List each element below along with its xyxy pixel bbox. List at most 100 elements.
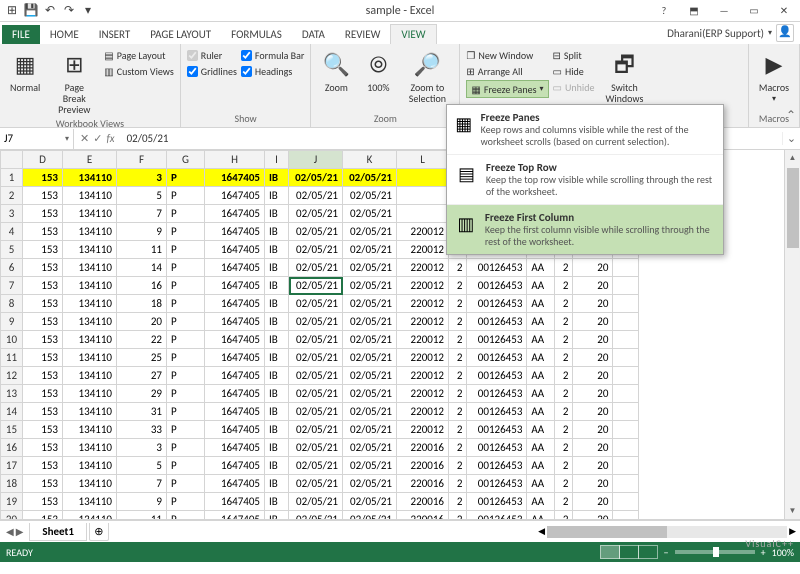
cell-O13[interactable]: AA — [527, 385, 555, 403]
cell-N10[interactable]: 00126453 — [467, 331, 527, 349]
cell-Q8[interactable]: 20 — [573, 295, 613, 313]
cell-J3[interactable]: 02/05/21 — [289, 205, 343, 223]
cell-G11[interactable]: P — [167, 349, 205, 367]
cell-D1[interactable]: 153 — [23, 169, 63, 187]
cell-E2[interactable]: 134110 — [63, 187, 117, 205]
column-header-D[interactable]: D — [23, 151, 63, 169]
cancel-formula-icon[interactable]: ✕ — [80, 132, 89, 145]
cell-M14[interactable]: 2 — [449, 403, 467, 421]
cell-J4[interactable]: 02/05/21 — [289, 223, 343, 241]
zoom-to-selection-button[interactable]: 🔎Zoom to Selection — [401, 48, 453, 106]
cell-J5[interactable]: 02/05/21 — [289, 241, 343, 259]
cell-H6[interactable]: 1647405 — [205, 259, 265, 277]
cell-D9[interactable]: 153 — [23, 313, 63, 331]
cell-I2[interactable]: IB — [265, 187, 289, 205]
cell-E11[interactable]: 134110 — [63, 349, 117, 367]
cell-M18[interactable]: 2 — [449, 475, 467, 493]
cell-R7[interactable] — [613, 277, 639, 295]
cell-E3[interactable]: 134110 — [63, 205, 117, 223]
cell-P13[interactable]: 2 — [555, 385, 573, 403]
cell-F7[interactable]: 16 — [117, 277, 167, 295]
cell-Q6[interactable]: 20 — [573, 259, 613, 277]
freeze-panes-button[interactable]: ▦Freeze Panes▾ — [466, 80, 548, 98]
row-header-10[interactable]: 10 — [1, 331, 23, 349]
cell-M9[interactable]: 2 — [449, 313, 467, 331]
zoom-slider-thumb[interactable] — [713, 547, 719, 557]
arrange-all-button[interactable]: ⊞Arrange All — [466, 64, 548, 79]
tab-data[interactable]: DATA — [292, 25, 335, 44]
cell-R12[interactable] — [613, 367, 639, 385]
cell-I19[interactable]: IB — [265, 493, 289, 511]
formula-bar-checkbox[interactable]: Formula Bar — [241, 48, 305, 63]
cell-F17[interactable]: 5 — [117, 457, 167, 475]
page-layout-button[interactable]: ▤Page Layout — [104, 48, 173, 63]
view-shortcuts[interactable] — [601, 545, 658, 559]
cell-K15[interactable]: 02/05/21 — [343, 421, 397, 439]
cell-O15[interactable]: AA — [527, 421, 555, 439]
cell-L10[interactable]: 220012 — [397, 331, 449, 349]
cell-Q18[interactable]: 20 — [573, 475, 613, 493]
cell-F11[interactable]: 25 — [117, 349, 167, 367]
collapse-ribbon-icon[interactable]: ⌃ — [786, 108, 796, 123]
cell-J8[interactable]: 02/05/21 — [289, 295, 343, 313]
row-header-1[interactable]: 1 — [1, 169, 23, 187]
cell-I20[interactable]: IB — [265, 511, 289, 521]
cell-Q17[interactable]: 20 — [573, 457, 613, 475]
column-header-L[interactable]: L — [397, 151, 449, 169]
tab-file[interactable]: FILE — [2, 25, 40, 44]
cell-G1[interactable]: P — [167, 169, 205, 187]
split-button[interactable]: ⊟Split — [553, 48, 595, 63]
cell-Q7[interactable]: 20 — [573, 277, 613, 295]
cell-J6[interactable]: 02/05/21 — [289, 259, 343, 277]
tab-view[interactable]: VIEW — [390, 24, 436, 44]
cell-H11[interactable]: 1647405 — [205, 349, 265, 367]
cell-D6[interactable]: 153 — [23, 259, 63, 277]
cell-O18[interactable]: AA — [527, 475, 555, 493]
cell-F16[interactable]: 3 — [117, 439, 167, 457]
cell-O20[interactable]: AA — [527, 511, 555, 521]
cell-L6[interactable]: 220012 — [397, 259, 449, 277]
cell-D11[interactable]: 153 — [23, 349, 63, 367]
cell-D15[interactable]: 153 — [23, 421, 63, 439]
cell-L12[interactable]: 220012 — [397, 367, 449, 385]
headings-checkbox[interactable]: Headings — [241, 64, 305, 79]
scroll-up-icon[interactable]: ▲ — [785, 150, 800, 166]
name-box[interactable]: J7 — [0, 129, 74, 149]
cell-E15[interactable]: 134110 — [63, 421, 117, 439]
row-header-17[interactable]: 17 — [1, 457, 23, 475]
cell-E4[interactable]: 134110 — [63, 223, 117, 241]
cell-I11[interactable]: IB — [265, 349, 289, 367]
cell-J9[interactable]: 02/05/21 — [289, 313, 343, 331]
cell-G17[interactable]: P — [167, 457, 205, 475]
normal-view-shortcut[interactable] — [600, 545, 620, 559]
cell-O16[interactable]: AA — [527, 439, 555, 457]
cell-Q13[interactable]: 20 — [573, 385, 613, 403]
column-header-G[interactable]: G — [167, 151, 205, 169]
cell-P12[interactable]: 2 — [555, 367, 573, 385]
cell-H4[interactable]: 1647405 — [205, 223, 265, 241]
cell-N13[interactable]: 00126453 — [467, 385, 527, 403]
cell-R6[interactable] — [613, 259, 639, 277]
cell-R15[interactable] — [613, 421, 639, 439]
cell-K17[interactable]: 02/05/21 — [343, 457, 397, 475]
cell-K16[interactable]: 02/05/21 — [343, 439, 397, 457]
cell-O12[interactable]: AA — [527, 367, 555, 385]
cell-O6[interactable]: AA — [527, 259, 555, 277]
cell-L5[interactable]: 220012 — [397, 241, 449, 259]
cell-M19[interactable]: 2 — [449, 493, 467, 511]
cell-K10[interactable]: 02/05/21 — [343, 331, 397, 349]
hide-button[interactable]: ▭Hide — [553, 64, 595, 79]
cell-F3[interactable]: 7 — [117, 205, 167, 223]
cell-F4[interactable]: 9 — [117, 223, 167, 241]
cell-J19[interactable]: 02/05/21 — [289, 493, 343, 511]
cell-K13[interactable]: 02/05/21 — [343, 385, 397, 403]
cell-J10[interactable]: 02/05/21 — [289, 331, 343, 349]
cell-P16[interactable]: 2 — [555, 439, 573, 457]
cell-G20[interactable]: P — [167, 511, 205, 521]
cell-L17[interactable]: 220016 — [397, 457, 449, 475]
cell-L16[interactable]: 220016 — [397, 439, 449, 457]
cell-F13[interactable]: 29 — [117, 385, 167, 403]
cell-Q20[interactable]: 20 — [573, 511, 613, 521]
cell-E7[interactable]: 134110 — [63, 277, 117, 295]
cell-H9[interactable]: 1647405 — [205, 313, 265, 331]
